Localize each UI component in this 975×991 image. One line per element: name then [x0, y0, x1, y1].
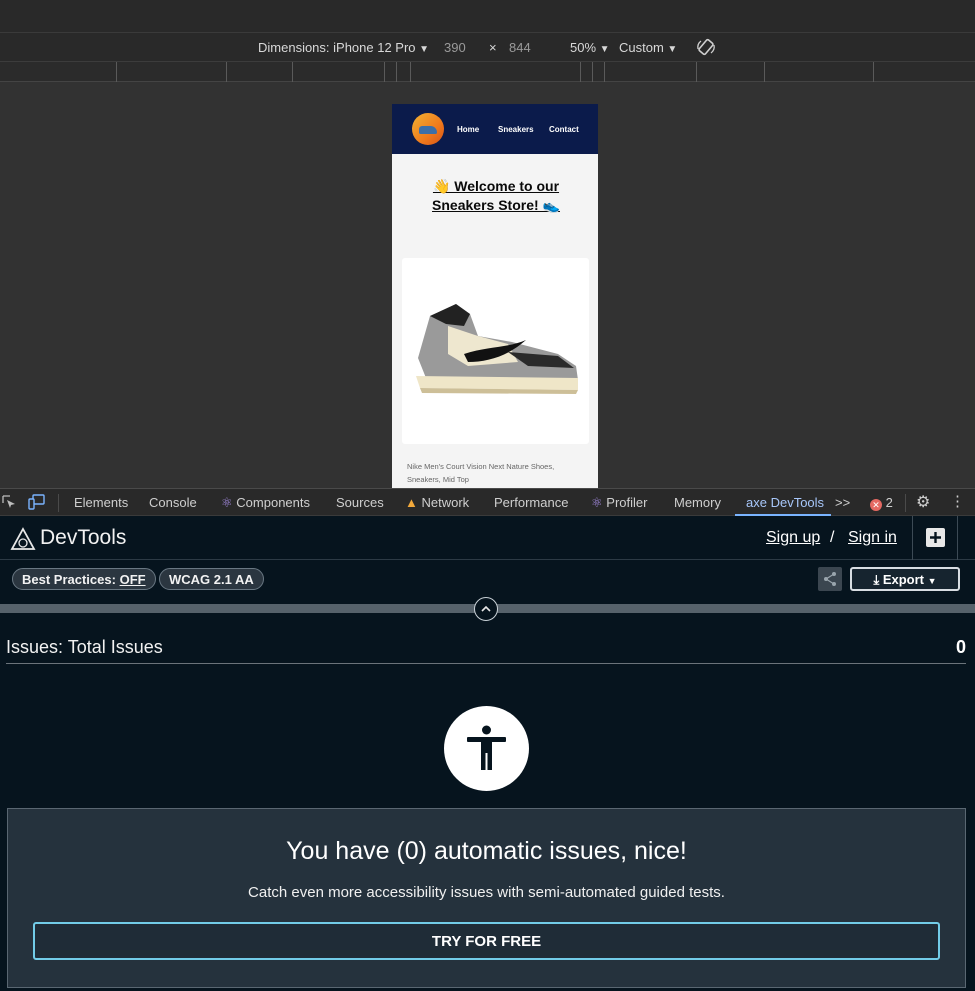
tab-network[interactable]: ▲ Network	[405, 495, 469, 510]
accessibility-icon	[444, 706, 529, 791]
nav-link-contact[interactable]: Contact	[549, 125, 579, 134]
device-toolbar: Dimensions: iPhone 12 Pro ▼ 390 × 844 50…	[0, 33, 975, 62]
share-button[interactable]	[818, 567, 842, 591]
issues-label: Issues: Total Issues	[6, 637, 163, 657]
chevron-down-icon: ▼	[927, 576, 937, 586]
ruler-tick	[604, 62, 605, 82]
device-toggle-icon[interactable]	[28, 494, 46, 510]
device-viewport: Home Sneakers Contact 👋 Welcome to our S…	[0, 82, 975, 488]
inspect-element-icon[interactable]	[2, 495, 16, 509]
issues-summary-row: Issues: Total Issues 0	[6, 634, 966, 664]
axe-logo-icon	[10, 527, 36, 550]
tab-divider	[905, 494, 906, 512]
media-query-ruler	[0, 62, 975, 82]
more-options-icon[interactable]: ⋮	[950, 492, 965, 510]
warning-icon: ▲	[405, 495, 418, 510]
width-input[interactable]: 390	[444, 40, 466, 55]
react-icon: ⚛	[591, 495, 603, 510]
tab-performance[interactable]: Performance	[494, 495, 568, 510]
store-logo[interactable]	[412, 113, 444, 145]
nav-link-sneakers[interactable]: Sneakers	[498, 125, 534, 134]
tab-axe-devtools[interactable]: axe DevTools	[746, 495, 824, 510]
tab-components[interactable]: ⚛ Components	[221, 495, 310, 511]
chevron-down-icon: ▼	[599, 44, 610, 55]
rotate-icon[interactable]	[696, 37, 716, 57]
new-scan-button[interactable]	[912, 516, 958, 560]
device-dimensions-select[interactable]: Dimensions: iPhone 12 Pro ▼	[258, 40, 429, 55]
add-square-icon	[926, 528, 945, 547]
ruler-tick	[592, 62, 593, 82]
tab-sources[interactable]: Sources	[336, 495, 384, 510]
devtools-tabbar: Elements Console ⚛ Components Sources ▲ …	[0, 488, 975, 516]
welcome-heading: 👋 Welcome to our Sneakers Store! 👟	[432, 178, 560, 213]
export-button[interactable]: ⤓ Export ▼	[850, 567, 960, 591]
ruler-tick	[226, 62, 227, 82]
settings-gear-icon[interactable]: ⚙	[916, 492, 930, 512]
ruler-tick	[764, 62, 765, 82]
error-icon: ✕	[870, 499, 882, 511]
sneaker-image	[416, 304, 578, 394]
tab-memory[interactable]: Memory	[674, 495, 721, 510]
react-icon: ⚛	[221, 495, 233, 510]
sign-up-link[interactable]: Sign up	[766, 529, 820, 547]
axe-title: DevTools	[40, 526, 127, 549]
ruler-tick	[116, 62, 117, 82]
download-icon: ⤓	[873, 572, 880, 587]
times-sign: ×	[489, 40, 497, 55]
issues-count: 0	[955, 637, 966, 657]
panel-subtext: Catch even more accessibility issues wit…	[248, 884, 725, 901]
try-for-free-button[interactable]: TRY FOR FREE	[33, 922, 940, 960]
phone-screen: Home Sneakers Contact 👋 Welcome to our S…	[392, 104, 598, 488]
ruler-tick	[410, 62, 411, 82]
ruler-tick	[384, 62, 385, 82]
ruler-tick	[873, 62, 874, 82]
axe-devtools-panel: DevTools Sign up / Sign in Best Practice…	[0, 516, 975, 991]
ruler-tick	[292, 62, 293, 82]
throttle-select[interactable]: Custom ▼	[619, 40, 677, 55]
product-caption[interactable]: Nike Men's Court Vision Next Nature Shoe…	[407, 460, 587, 486]
tab-profiler[interactable]: ⚛ Profiler	[591, 495, 647, 511]
ruler-tick	[696, 62, 697, 82]
chevron-up-icon	[481, 605, 491, 612]
sign-in-link[interactable]: Sign in	[848, 529, 897, 547]
tab-divider	[58, 494, 59, 512]
more-tabs-button[interactable]: >>	[835, 495, 850, 510]
collapse-button[interactable]	[474, 597, 498, 621]
wcag-standard-pill[interactable]: WCAG 2.1 AA	[159, 568, 264, 590]
nav-link-home[interactable]: Home	[457, 125, 479, 134]
browser-top-area	[0, 0, 975, 33]
zoom-select[interactable]: 50% ▼	[570, 40, 610, 55]
tab-console[interactable]: Console	[149, 495, 197, 510]
chevron-down-icon: ▼	[667, 44, 678, 55]
auth-separator: /	[830, 529, 835, 546]
axe-header: DevTools Sign up / Sign in	[0, 516, 975, 560]
best-practices-toggle[interactable]: Best Practices: OFF	[12, 568, 156, 590]
panel-heading: You have (0) automatic issues, nice!	[286, 837, 687, 865]
tab-elements[interactable]: Elements	[74, 495, 128, 510]
chevron-down-icon: ▼	[419, 44, 430, 55]
no-issues-panel: You have (0) automatic issues, nice! Cat…	[7, 808, 966, 988]
site-navbar: Home Sneakers Contact	[392, 104, 598, 154]
ruler-tick	[396, 62, 397, 82]
error-counter[interactable]: ✕ 2	[870, 495, 893, 511]
product-card[interactable]	[402, 258, 589, 444]
share-icon	[824, 572, 836, 586]
height-input[interactable]: 844	[509, 40, 531, 55]
ruler-tick	[580, 62, 581, 82]
